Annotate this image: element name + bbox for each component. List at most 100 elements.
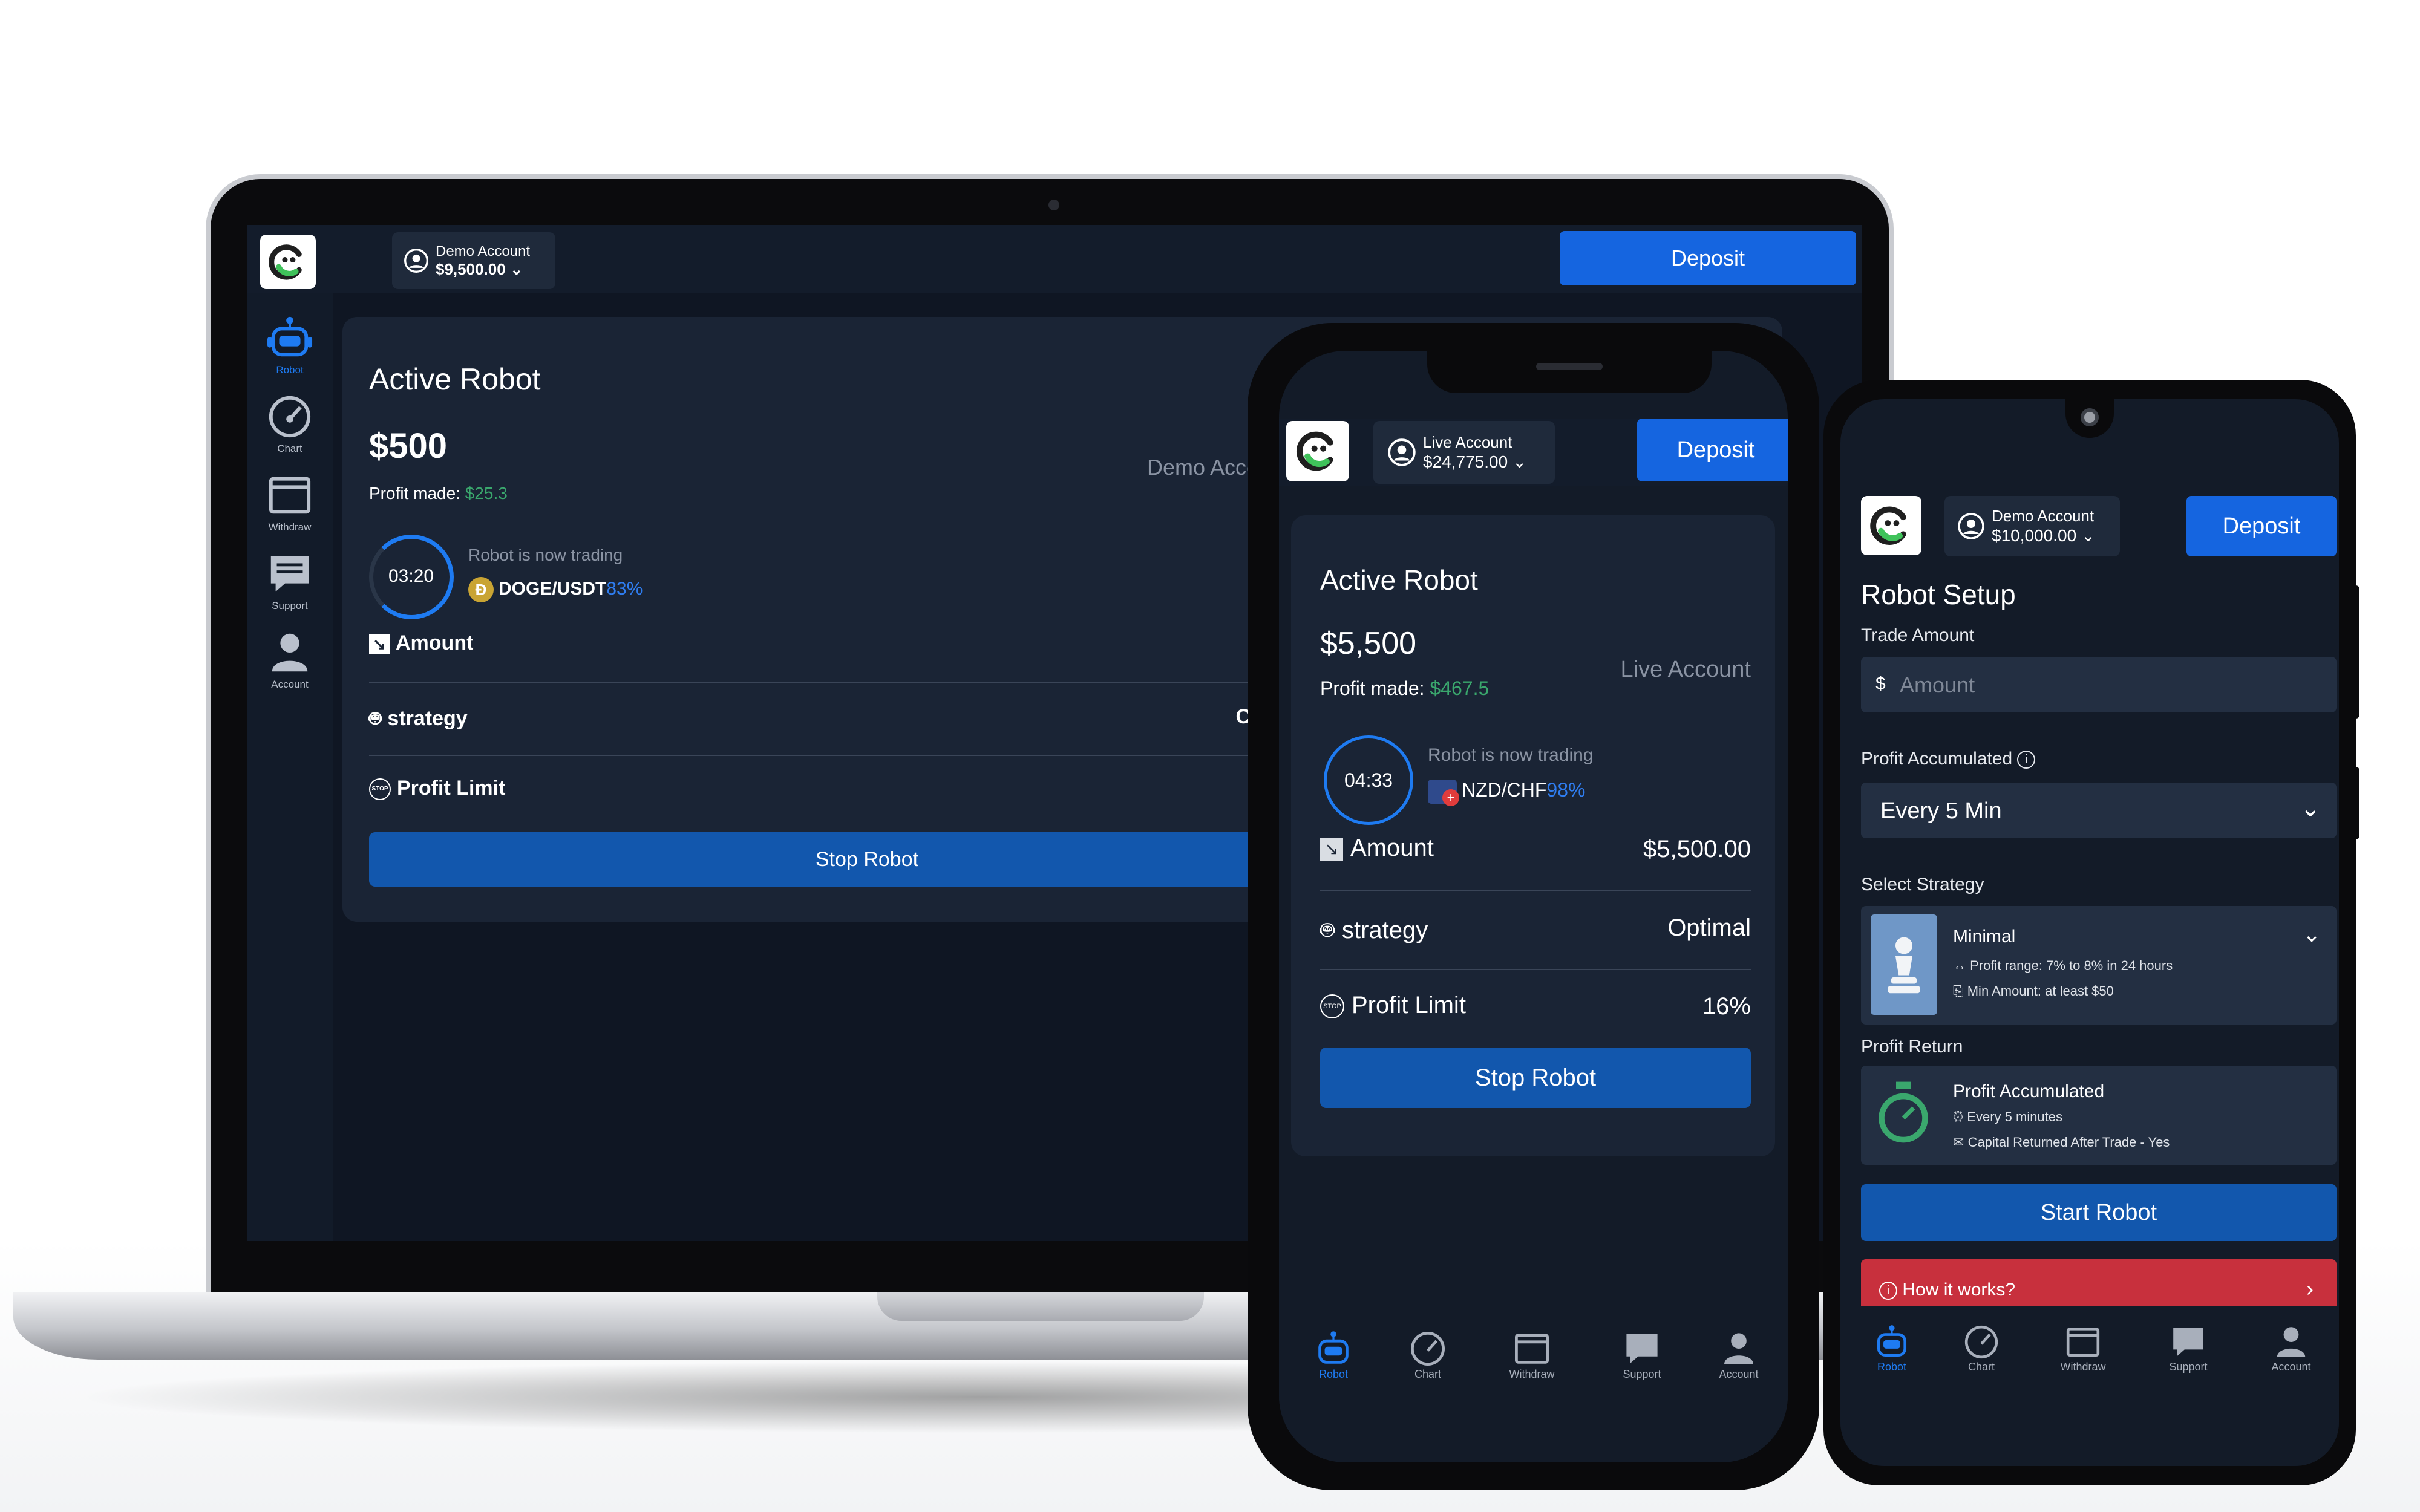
- robot-amount: $500: [369, 426, 448, 466]
- robot-icon: [1318, 1331, 1349, 1364]
- sidebar-item-account[interactable]: Account: [247, 629, 333, 691]
- deposit-button[interactable]: Deposit: [1560, 231, 1856, 285]
- logo-icon: [269, 244, 302, 280]
- chess-pawn-icon: [1871, 914, 1937, 1015]
- select-strategy-label: Select Strategy: [1861, 875, 1984, 894]
- currency-prefix: $: [1876, 674, 1886, 694]
- account-switcher[interactable]: Live Account $24,775.00 ⌄: [1373, 421, 1555, 484]
- sidebar-item-robot[interactable]: Robot: [247, 314, 333, 376]
- stop-icon: STOP: [1320, 994, 1344, 1019]
- gauge-icon: [269, 396, 311, 438]
- profit-return-label: Profit Return: [1861, 1037, 1963, 1057]
- info-icon[interactable]: i: [2017, 751, 2036, 769]
- android-screen: Demo Account $10,000.00 ⌄ Deposit Robot …: [1840, 399, 2339, 1466]
- nav-item-chart[interactable]: Chart: [1392, 1329, 1464, 1381]
- window-icon: [269, 477, 311, 514]
- strategy-range: ↔ Profit range: 7% to 8% in 24 hours: [1953, 958, 2173, 973]
- bottom-nav: Robot Chart Withdraw Support Account: [1279, 1310, 1788, 1462]
- window-icon: [1515, 1334, 1549, 1364]
- account-switcher[interactable]: Demo Account $10,000.00 ⌄: [1944, 496, 2120, 556]
- profit-limit-row-label: STOP Profit Limit: [1320, 992, 1466, 1019]
- speaker-icon: [1536, 363, 1603, 370]
- user-circle-icon: [1958, 513, 1984, 539]
- chevron-down-icon: ⌄: [1512, 452, 1527, 471]
- brand-logo[interactable]: [260, 235, 316, 289]
- profit-made: Profit made: $25.3: [369, 484, 508, 503]
- account-label: Live Account: [1423, 433, 1512, 451]
- start-robot-button[interactable]: Start Robot: [1861, 1184, 2337, 1241]
- laptop-hinge-notch: [877, 1292, 1204, 1321]
- active-robot-card: Active Robot $5,500 Live Account Profit …: [1291, 515, 1775, 1156]
- divider: [1320, 969, 1751, 970]
- front-camera-icon: [2081, 408, 2099, 426]
- card-title: Active Robot: [1320, 564, 1478, 596]
- doge-coin-icon: Ð: [468, 577, 494, 602]
- profit-value: $467.5: [1430, 677, 1490, 699]
- gauge-icon: [1964, 1325, 1998, 1359]
- chevron-down-icon: ⌄: [2300, 795, 2321, 822]
- logo-icon: [1870, 506, 1906, 545]
- pair-percentage: 98%: [1546, 779, 1586, 801]
- nav-item-account[interactable]: Account: [2258, 1323, 2324, 1374]
- stop-robot-button[interactable]: Stop Robot: [1320, 1048, 1751, 1108]
- robot-amount: $5,500: [1320, 626, 1417, 661]
- nav-item-account[interactable]: Account: [1702, 1329, 1775, 1381]
- return-capital: ✉ Capital Returned After Trade - Yes: [1953, 1135, 2170, 1150]
- strategy-min-amount: ⎘ Min Amount: at least $50: [1953, 983, 2114, 999]
- frequency-value: Every 5 Min: [1880, 798, 2002, 824]
- sidebar-label: Withdraw: [268, 521, 312, 533]
- deposit-button[interactable]: Deposit: [2186, 496, 2337, 556]
- card-title: Active Robot: [369, 362, 541, 396]
- range-arrows-icon: ↔: [1953, 958, 1966, 973]
- divider: [369, 755, 1365, 756]
- robot-icon: [267, 316, 313, 357]
- pair-percentage: 83%: [606, 578, 643, 599]
- divider: [1320, 890, 1751, 891]
- iphone-frame: Live Account $24,775.00 ⌄ Deposit Active…: [1248, 323, 1819, 1490]
- envelope-icon: ✉: [1953, 1135, 1964, 1150]
- nav-item-support[interactable]: Support: [2155, 1323, 2222, 1374]
- amount-input[interactable]: $ Amount: [1861, 657, 2337, 712]
- brand-logo[interactable]: [1861, 496, 1921, 555]
- frequency-select[interactable]: Every 5 Min ⌄: [1861, 783, 2337, 838]
- timer-text: 03:20: [388, 566, 434, 586]
- marketing-stage: Demo Account $9,500.00 ⌄ Deposit Robot C…: [0, 0, 2420, 1512]
- robot-icon: [1877, 1325, 1907, 1357]
- trading-pair: Ð DOGE/USDT83%: [468, 577, 643, 602]
- nav-item-withdraw[interactable]: Withdraw: [1496, 1329, 1568, 1381]
- brand-logo[interactable]: [1286, 421, 1349, 481]
- account-switcher[interactable]: Demo Account $9,500.00 ⌄: [392, 232, 555, 289]
- volume-button: [2351, 585, 2360, 719]
- nav-item-robot[interactable]: Robot: [1859, 1323, 1925, 1374]
- chat-icon: [270, 556, 309, 592]
- nav-item-chart[interactable]: Chart: [1948, 1323, 2015, 1374]
- sidebar-label: Robot: [276, 364, 304, 376]
- sidebar-item-chart[interactable]: Chart: [247, 393, 333, 455]
- stop-robot-button[interactable]: Stop Robot: [369, 832, 1365, 887]
- chat-icon: [2173, 1328, 2203, 1357]
- trading-status: Robot is now trading: [1428, 745, 1594, 765]
- amount-placeholder: Amount: [1900, 673, 1975, 697]
- chevron-right-icon: ›: [2306, 1276, 2314, 1301]
- nav-item-withdraw[interactable]: Withdraw: [2050, 1323, 2116, 1374]
- profit-made: Profit made: $467.5: [1320, 677, 1490, 699]
- deposit-button[interactable]: Deposit: [1637, 419, 1788, 481]
- gauge-icon: [1411, 1332, 1445, 1366]
- chat-icon: [1626, 1334, 1658, 1363]
- iphone-screen: Live Account $24,775.00 ⌄ Deposit Active…: [1279, 351, 1788, 1462]
- return-frequency: ⏰︎ Every 5 minutes: [1953, 1109, 2063, 1124]
- nav-item-robot[interactable]: Robot: [1297, 1329, 1370, 1381]
- sidebar-label: Account: [271, 679, 309, 690]
- return-title: Profit Accumulated: [1953, 1081, 2105, 1101]
- top-bar: Live Account $24,775.00 ⌄ Deposit: [1279, 419, 1788, 486]
- account-type: Live Account: [1620, 657, 1751, 682]
- sidebar-item-support[interactable]: Support: [247, 550, 333, 612]
- strategy-select[interactable]: Minimal ↔ Profit range: 7% to 8% in 24 h…: [1861, 906, 2337, 1025]
- nav-item-support[interactable]: Support: [1606, 1329, 1678, 1381]
- arrow-box-icon: ↘: [369, 634, 390, 655]
- power-button: [2351, 767, 2360, 839]
- amount-row-label: ↘ Amount: [369, 631, 473, 655]
- divider: [369, 682, 1365, 683]
- account-balance: $10,000.00 ⌄: [1992, 526, 2096, 545]
- sidebar-item-withdraw[interactable]: Withdraw: [247, 472, 333, 533]
